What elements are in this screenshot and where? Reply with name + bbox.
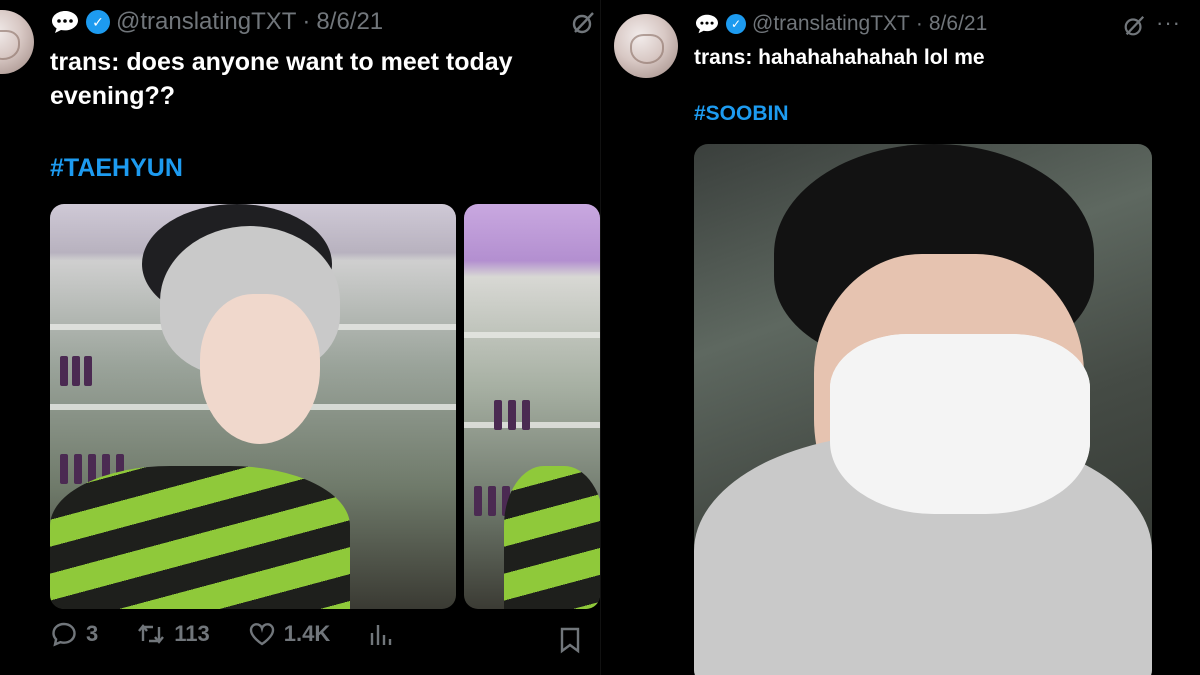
bottle — [74, 454, 82, 484]
retweet-button[interactable]: 113 — [136, 621, 210, 647]
verified-badge-icon: ✓ — [726, 14, 746, 34]
reply-icon — [50, 620, 78, 648]
separator: · — [915, 12, 923, 35]
tweet-text: trans: hahahahahahah lol me — [694, 46, 985, 69]
shelf — [464, 422, 600, 428]
tweet-text: trans: does anyone want to meet today ev… — [50, 48, 513, 110]
handle[interactable]: @translatingTXT — [116, 8, 296, 36]
hashtag-link[interactable]: #SOOBIN — [694, 102, 789, 126]
more-options-icon[interactable]: ··· — [1156, 10, 1181, 36]
like-icon — [248, 621, 276, 647]
views-button[interactable] — [368, 621, 394, 647]
tweet-photo-2[interactable] — [464, 204, 600, 609]
bottle — [488, 486, 496, 516]
bottle — [72, 356, 80, 386]
striped-sleeve — [504, 466, 600, 609]
like-count: 1.4K — [283, 621, 331, 646]
reply-button[interactable]: 3 — [50, 620, 98, 648]
date[interactable]: 8/6/21 — [929, 12, 987, 36]
separator: · — [302, 8, 311, 35]
face — [200, 294, 320, 444]
tweet-photo[interactable] — [694, 144, 1152, 675]
tweet-photo-1[interactable] — [50, 204, 456, 609]
shelf — [464, 332, 600, 338]
handle[interactable]: @translatingTXT — [752, 12, 910, 36]
reply-count: 3 — [86, 621, 99, 646]
retweet-icon — [136, 621, 166, 647]
striped-sweater — [50, 466, 350, 609]
speech-bubble-icon — [694, 13, 720, 35]
grok-icon[interactable] — [570, 10, 596, 36]
avatar[interactable] — [0, 10, 34, 74]
verified-badge-icon: ✓ — [86, 10, 110, 34]
bottle — [494, 400, 502, 430]
bottle — [508, 400, 516, 430]
face-mask-front — [830, 334, 1090, 514]
speech-bubble-icon — [50, 9, 80, 35]
bottle — [60, 454, 68, 484]
views-icon — [368, 621, 394, 647]
bottle — [60, 356, 68, 386]
tweet-actions: 3 113 1.4K — [50, 620, 432, 648]
tweet-right[interactable]: ✓ @translatingTXT · 8/6/21 ··· trans: ha… — [600, 0, 1200, 675]
retweet-count: 113 — [174, 621, 210, 646]
like-button[interactable]: 1.4K — [248, 621, 330, 647]
bottle — [84, 356, 92, 386]
hashtag-link[interactable]: #TAEHYUN — [50, 154, 183, 183]
bookmark-icon[interactable] — [558, 626, 582, 659]
tweet-left[interactable]: ✓ @translatingTXT · 8/6/21 trans: does a… — [0, 0, 600, 675]
tweet-header: ✓ @translatingTXT · 8/6/21 — [50, 8, 383, 36]
tweet-header: ✓ @translatingTXT · 8/6/21 — [694, 12, 987, 36]
bottle — [522, 400, 530, 430]
date[interactable]: 8/6/21 — [316, 8, 383, 36]
grok-icon[interactable] — [1122, 14, 1148, 40]
avatar[interactable] — [614, 14, 678, 78]
bottle — [474, 486, 482, 516]
